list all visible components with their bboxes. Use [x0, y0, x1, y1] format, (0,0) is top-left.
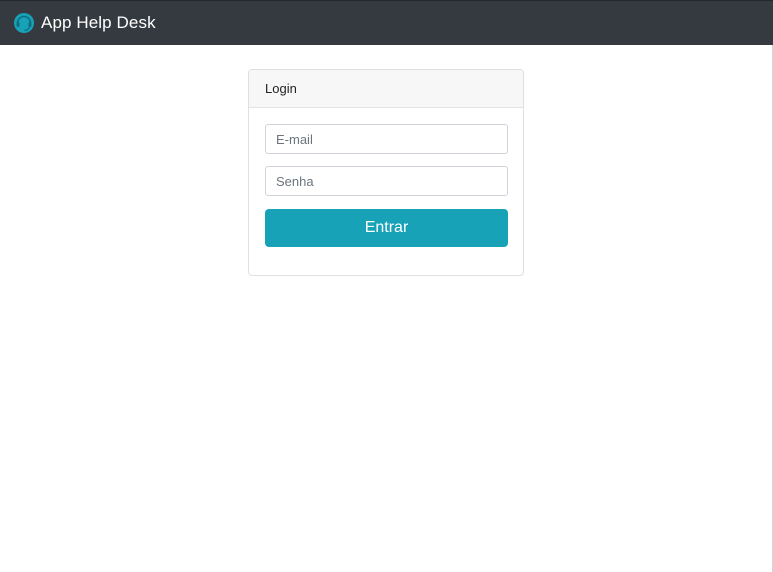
email-input[interactable]	[265, 124, 508, 154]
brand-title: App Help Desk	[41, 13, 156, 32]
top-navbar: App Help Desk	[0, 0, 773, 45]
brand-link[interactable]: App Help Desk	[13, 12, 156, 34]
headset-icon	[13, 12, 35, 34]
login-card-header: Login	[249, 70, 523, 108]
login-submit-button[interactable]: Entrar	[265, 209, 508, 247]
password-input[interactable]	[265, 166, 508, 196]
login-card: Login Entrar	[248, 69, 524, 276]
